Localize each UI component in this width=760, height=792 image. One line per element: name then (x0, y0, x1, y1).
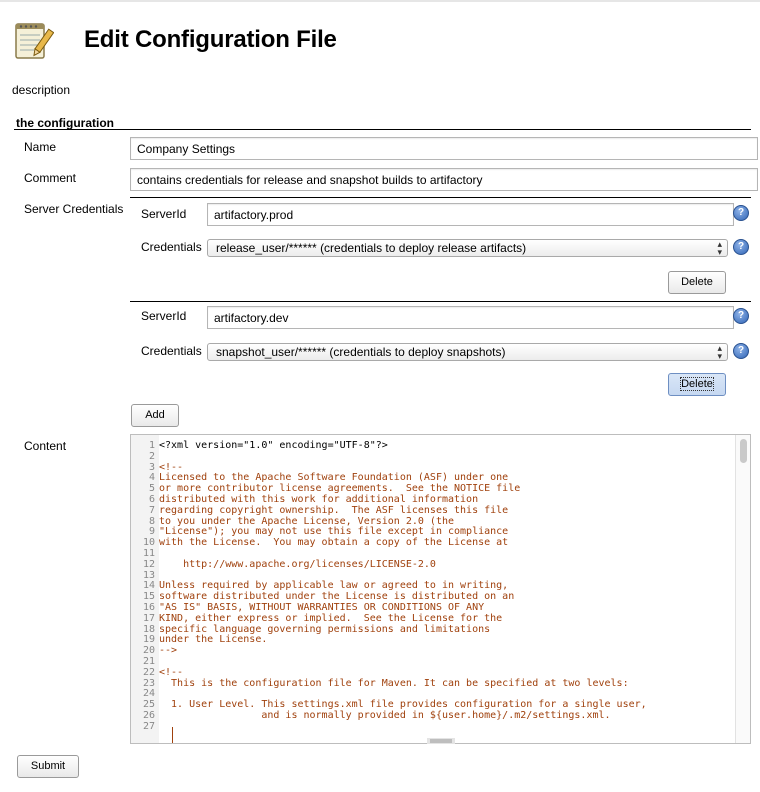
help-icon[interactable]: ? (733, 343, 749, 359)
credentials-select-value: release_user/****** (credentials to depl… (216, 241, 527, 255)
delete-button-dev[interactable]: Delete (668, 373, 726, 396)
line-text: with the License. You may obtain a copy … (159, 537, 509, 549)
code-line: 23 This is the configuration file for Ma… (131, 677, 731, 690)
line-text: <!-- (159, 461, 184, 473)
code-line: 1 <?xml version="1.0" encoding="UTF-8"?> (131, 440, 731, 452)
code-line: 21 (131, 656, 731, 668)
help-icon[interactable]: ? (733, 205, 749, 221)
section-divider (14, 129, 751, 130)
name-label: Name (24, 140, 57, 154)
line-text: Licensed to the Apache Software Foundati… (159, 472, 509, 484)
line-text: or more contributor license agreements. … (159, 483, 521, 495)
line-text: under the License. (159, 634, 268, 646)
content-label: Content (24, 439, 67, 453)
line-number: 12 (142, 558, 155, 570)
fold-indicator (172, 727, 173, 743)
select-arrows-icon: ▴ ▾ (717, 343, 722, 361)
line-text: KIND, either express or implied. See the… (159, 612, 503, 624)
line-text: specific language governing permissions … (159, 623, 491, 635)
section-title: the configuration (16, 116, 114, 130)
submit-button[interactable]: Submit (17, 755, 79, 778)
code-line: 26 and is normally provided in ${user.ho… (131, 709, 731, 722)
code-editor[interactable]: 1 <?xml version="1.0" encoding="UTF-8"?> 2… (130, 434, 751, 744)
credentials-label: Credentials (141, 240, 202, 254)
line-number: 22 (142, 666, 155, 678)
serverid-input-prod[interactable]: artifactory.prod (207, 203, 734, 226)
code-line: 20 --> (131, 645, 731, 657)
resize-grip-icon[interactable] (427, 738, 455, 744)
page-title: Edit Configuration File (84, 26, 337, 53)
line-text: distributed with this work for additiona… (159, 493, 479, 505)
description-label: description (12, 83, 71, 97)
line-text: Unless required by applicable law or agr… (159, 580, 509, 592)
line-text: <?xml version="1.0" encoding="UTF-8"?> (159, 440, 388, 451)
line-text: "License"); you may not use this file ex… (159, 526, 509, 538)
name-input[interactable]: Company Settings (130, 137, 758, 160)
serverid-label: ServerId (141, 309, 187, 323)
line-text: "AS IS" BASIS, WITHOUT WARRANTIES OR CON… (159, 601, 485, 613)
line-text: regarding copyright ownership. The ASF l… (159, 504, 509, 516)
line-number: 2 (148, 450, 155, 462)
select-arrows-icon: ▴ ▾ (717, 239, 722, 257)
code-line: 19 under the License. (131, 634, 731, 646)
server-credentials-label: Server Credentials (24, 202, 124, 216)
line-text: <!-- (159, 666, 184, 678)
serverid-label: ServerId (141, 207, 187, 221)
line-text: 1. User Level. This settings.xml file pr… (159, 699, 647, 711)
server-divider-1 (130, 197, 751, 198)
add-button[interactable]: Add (131, 404, 179, 427)
line-text: --> (159, 645, 178, 657)
code-lines: 1 <?xml version="1.0" encoding="UTF-8"?> 2… (131, 440, 731, 733)
top-border (0, 0, 760, 2)
comment-input[interactable]: contains credentials for release and sna… (130, 168, 758, 191)
help-icon[interactable]: ? (733, 239, 749, 255)
server-divider-2 (130, 301, 751, 302)
line-text: software distributed under the License i… (159, 591, 515, 603)
credentials-label: Credentials (141, 344, 202, 358)
delete-button-label: Delete (680, 377, 714, 391)
line-text: and is normally provided in ${user.home}… (159, 709, 611, 721)
comment-label: Comment (24, 171, 77, 185)
editor-scrollbar-thumb[interactable] (740, 439, 747, 463)
line-text: http://www.apache.org/licenses/LICENSE-2… (159, 558, 436, 570)
editor-scrollbar[interactable] (735, 435, 750, 743)
code-line: 10 with the License. You may obtain a cop… (131, 537, 731, 549)
line-number: 17 (142, 612, 155, 624)
credentials-select-prod[interactable]: release_user/****** (credentials to depl… (207, 239, 728, 257)
notepad-icon (15, 23, 54, 59)
line-number: 7 (148, 504, 155, 516)
delete-button-prod[interactable]: Delete (668, 271, 726, 294)
code-line: 12 http://www.apache.org/licenses/LICENS… (131, 558, 731, 571)
line-text: to you under the Apache License, Version… (159, 515, 455, 527)
help-icon[interactable]: ? (733, 308, 749, 324)
line-number: 27 (142, 720, 155, 732)
code-line: 2 (131, 450, 731, 463)
serverid-input-dev[interactable]: artifactory.dev (207, 306, 734, 329)
credentials-select-value: snapshot_user/****** (credentials to dep… (216, 345, 506, 359)
code-line: 27 (131, 720, 731, 733)
line-text: This is the configuration file for Maven… (159, 677, 629, 689)
credentials-select-dev[interactable]: snapshot_user/****** (credentials to dep… (207, 343, 728, 361)
